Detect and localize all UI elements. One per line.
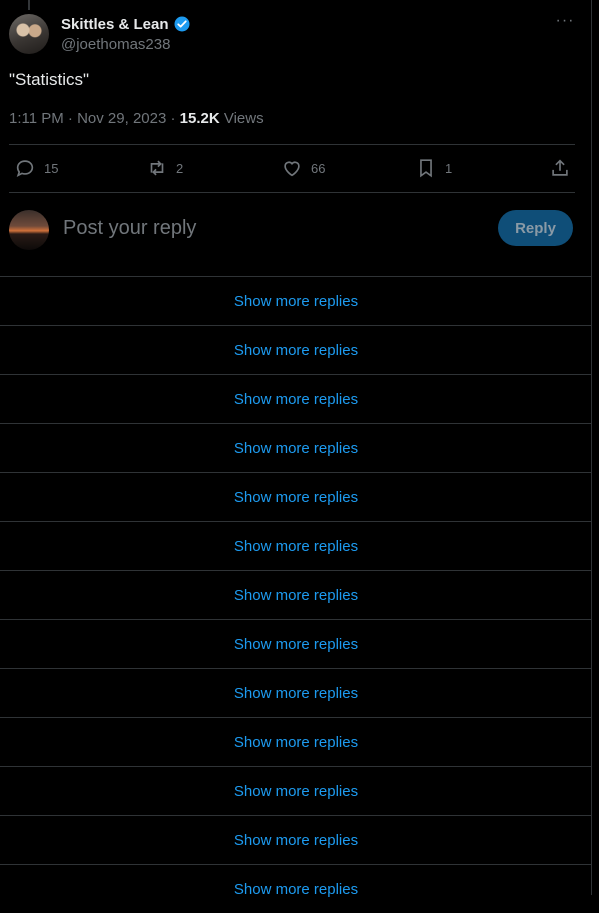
tweet-actions: 15 2 66 1 bbox=[9, 144, 575, 193]
tweet-text: "Statistics" bbox=[9, 70, 90, 89]
repost-icon bbox=[150, 160, 164, 176]
author-avatar[interactable] bbox=[9, 14, 49, 54]
show-more-replies-link[interactable]: Show more replies bbox=[0, 717, 592, 766]
reply-composer: Post your reply Reply bbox=[9, 208, 575, 250]
repost-action[interactable]: 2 bbox=[146, 157, 183, 179]
show-more-replies-link[interactable]: Show more replies bbox=[0, 521, 592, 570]
show-more-replies-link[interactable]: Show more replies bbox=[0, 815, 592, 864]
verified-icon bbox=[173, 15, 191, 33]
views-label: Views bbox=[219, 110, 264, 127]
user-avatar[interactable] bbox=[9, 210, 49, 250]
show-more-replies-link[interactable]: Show more replies bbox=[0, 864, 592, 913]
share-action[interactable] bbox=[549, 157, 571, 179]
show-more-replies-link[interactable]: Show more replies bbox=[0, 423, 592, 472]
like-count: 66 bbox=[311, 160, 326, 176]
like-action[interactable]: 66 bbox=[281, 157, 325, 179]
bookmark-action[interactable]: 1 bbox=[415, 157, 452, 179]
tweet-author-row: Skittles & Lean @joethomas238 ··· bbox=[9, 13, 579, 54]
show-more-replies-link[interactable]: Show more replies bbox=[0, 766, 592, 815]
bookmark-count: 1 bbox=[445, 160, 453, 176]
show-more-replies-link[interactable]: Show more replies bbox=[0, 668, 592, 717]
show-more-replies-link[interactable]: Show more replies bbox=[0, 472, 592, 521]
show-more-replies-link[interactable]: Show more replies bbox=[0, 374, 592, 423]
show-more-replies-link[interactable]: Show more replies bbox=[0, 619, 592, 668]
bookmark-icon bbox=[420, 159, 432, 178]
thread-line bbox=[28, 0, 30, 10]
reply-count: 15 bbox=[44, 160, 59, 176]
author-name-line: Skittles & Lean bbox=[61, 15, 191, 33]
more-icon[interactable]: ··· bbox=[555, 13, 575, 34]
like-icon bbox=[284, 161, 300, 177]
author-handle[interactable]: @joethomas238 bbox=[61, 36, 170, 53]
repost-count: 2 bbox=[176, 160, 184, 176]
replies-list: Show more replies Show more replies Show… bbox=[0, 276, 592, 913]
reply-button[interactable]: Reply bbox=[498, 210, 573, 246]
reply-icon bbox=[16, 160, 34, 177]
tweet-timestamp[interactable]: 1:11 PM · Nov 29, 2023 · bbox=[9, 110, 180, 127]
tweet-meta: 1:11 PM · Nov 29, 2023 · 15.2K Views bbox=[9, 110, 264, 127]
reply-input[interactable]: Post your reply bbox=[63, 217, 196, 240]
reply-action[interactable]: 15 bbox=[14, 157, 58, 179]
show-more-replies-link[interactable]: Show more replies bbox=[0, 276, 592, 325]
show-more-replies-link[interactable]: Show more replies bbox=[0, 325, 592, 374]
show-more-replies-link[interactable]: Show more replies bbox=[0, 570, 592, 619]
author-display-name[interactable]: Skittles & Lean bbox=[61, 16, 169, 33]
views-count: 15.2K bbox=[179, 110, 220, 127]
share-icon bbox=[552, 159, 568, 176]
